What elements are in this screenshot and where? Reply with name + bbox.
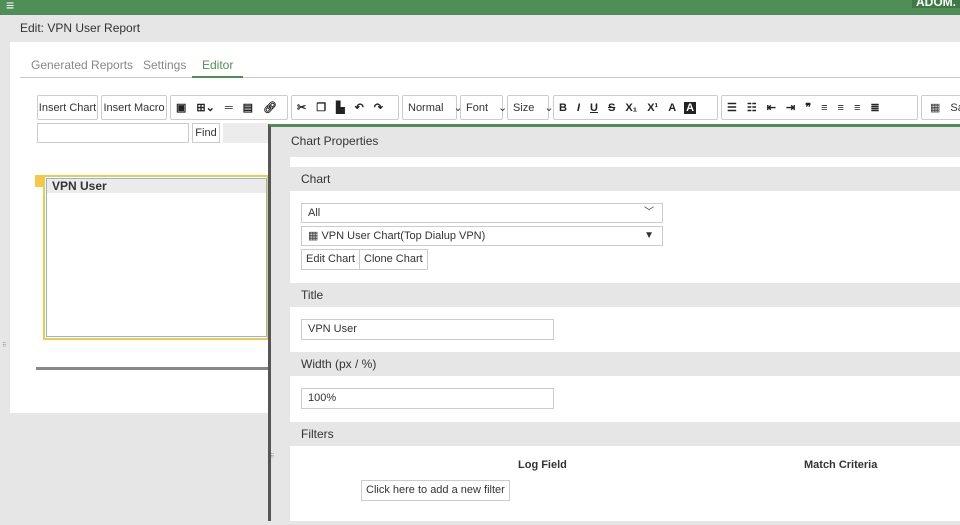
link-icon[interactable]: 🔗︎ xyxy=(258,101,282,114)
find-button[interactable]: Find xyxy=(192,123,220,143)
background-color-icon[interactable]: A xyxy=(684,101,697,114)
adom-button[interactable]: ADOM. xyxy=(912,0,960,8)
find-input[interactable] xyxy=(37,123,189,143)
caret-down-icon: ▼ xyxy=(644,230,654,241)
chevron-down-icon: ﹀ xyxy=(644,207,654,218)
page-break-icon[interactable]: ▤ xyxy=(238,101,258,114)
font-label: Font xyxy=(466,101,489,114)
editor-divider xyxy=(36,367,269,370)
category-value: All xyxy=(308,207,321,219)
edit-chart-button[interactable]: Edit Chart xyxy=(301,249,360,270)
tab-bar: Generated Reports Settings Editor xyxy=(20,56,960,78)
menu-icon[interactable]: ≡ xyxy=(6,0,14,12)
redo-icon[interactable]: ↷ xyxy=(369,101,388,114)
resize-grip-icon[interactable]: ⠿ xyxy=(2,342,6,349)
indent-icon[interactable]: ⇥ xyxy=(781,101,800,114)
tab-generated-reports[interactable]: Generated Reports xyxy=(31,58,133,72)
clone-chart-button[interactable]: Clone Chart xyxy=(359,249,428,270)
chart-value: VPN User Chart(Top Dialup VPN) xyxy=(321,230,486,242)
match-criteria-header: Match Criteria xyxy=(804,459,878,471)
strikethrough-icon[interactable]: S xyxy=(603,102,620,114)
insert-chart-label: Insert Chart xyxy=(38,101,97,114)
align-right-icon[interactable]: ≡ xyxy=(849,102,865,114)
title-input[interactable]: VPN User xyxy=(301,319,554,340)
save-button[interactable]: ▦ Save xyxy=(921,95,960,120)
toolbar-spacer xyxy=(223,123,269,143)
top-nav-bar: ≡ ADOM. xyxy=(0,0,960,15)
chart-select[interactable]: ▦ VPN User Chart(Top Dialup VPN) ▼ xyxy=(301,226,663,246)
text-color-icon[interactable]: A xyxy=(663,102,681,114)
bold-icon[interactable]: B xyxy=(554,102,572,114)
insert-toolbar-group: ▣ ⊞⌄ ═ ▤ 🔗︎ xyxy=(170,95,288,120)
format-dropdown[interactable]: Normal ⌄ xyxy=(402,95,463,120)
justify-icon[interactable]: ≣ xyxy=(865,101,884,114)
insert-macro-button[interactable]: Insert Macro xyxy=(101,95,167,120)
save-template-icon: ▦ xyxy=(930,102,941,114)
bullet-list-icon[interactable]: ☷ xyxy=(742,101,762,114)
superscript-icon[interactable]: X¹ xyxy=(642,102,663,114)
font-dropdown[interactable]: Font ⌄ xyxy=(460,95,507,120)
add-filter-button[interactable]: Click here to add a new filter xyxy=(361,480,510,501)
underline-icon[interactable]: U xyxy=(585,102,603,114)
chart-category-select[interactable]: All ﹀ xyxy=(301,203,663,223)
filters-section-header: Filters xyxy=(290,422,960,446)
format-label: Normal xyxy=(408,101,444,114)
text-style-group: B I U S X₁ X¹ A A xyxy=(553,95,718,120)
outdent-icon[interactable]: ⇤ xyxy=(762,101,781,114)
title-section-header: Title xyxy=(290,283,960,307)
next-section-header xyxy=(290,521,960,525)
panel-title: Chart Properties xyxy=(291,134,379,148)
subscript-icon[interactable]: X₁ xyxy=(620,102,642,114)
image-icon[interactable]: ▣ xyxy=(171,101,191,114)
chart-widget-title: VPN User xyxy=(47,179,266,193)
width-section-header: Width (px / %) xyxy=(290,352,960,376)
copy-icon[interactable]: ❐ xyxy=(311,101,331,114)
save-label: Save xyxy=(950,102,960,114)
panel-resize-grip-icon[interactable]: ⠿ xyxy=(270,453,274,460)
chart-widget[interactable]: VPN User xyxy=(43,175,269,340)
numbered-list-icon[interactable]: ☰ xyxy=(722,101,742,114)
width-input[interactable]: 100% xyxy=(301,388,554,409)
clipboard-toolbar-group: ✂ ❐ ▙ ↶ ↷ xyxy=(291,95,399,120)
undo-icon[interactable]: ↶ xyxy=(350,101,369,114)
size-dropdown[interactable]: Size ⌄ xyxy=(507,95,554,120)
cut-icon[interactable]: ✂ xyxy=(292,101,311,114)
tab-settings[interactable]: Settings xyxy=(143,58,186,72)
table-icon[interactable]: ⊞⌄ xyxy=(191,101,219,114)
horizontal-line-icon[interactable]: ═ xyxy=(220,102,238,114)
insert-macro-label: Insert Macro xyxy=(103,101,165,114)
chart-properties-panel: Chart Properties ⠿ Chart All ﹀ ▦ VPN User… xyxy=(268,124,960,525)
tab-editor[interactable]: Editor xyxy=(192,58,244,78)
paste-icon[interactable]: ▙ xyxy=(331,101,349,114)
paragraph-group: ☰ ☷ ⇤ ⇥ ❞ ≡ ≡ ≡ ≣ xyxy=(721,95,918,120)
blockquote-icon[interactable]: ❞ xyxy=(800,101,816,114)
align-left-icon[interactable]: ≡ xyxy=(816,102,832,114)
page-title: Edit: VPN User Report xyxy=(20,21,141,35)
table-icon: ▦ xyxy=(308,230,322,242)
log-field-header: Log Field xyxy=(518,459,567,471)
italic-icon[interactable]: I xyxy=(572,102,585,114)
size-label: Size xyxy=(513,101,535,114)
chart-section-header: Chart xyxy=(290,167,960,191)
insert-chart-button[interactable]: Insert Chart xyxy=(37,95,98,120)
align-center-icon[interactable]: ≡ xyxy=(833,102,849,114)
